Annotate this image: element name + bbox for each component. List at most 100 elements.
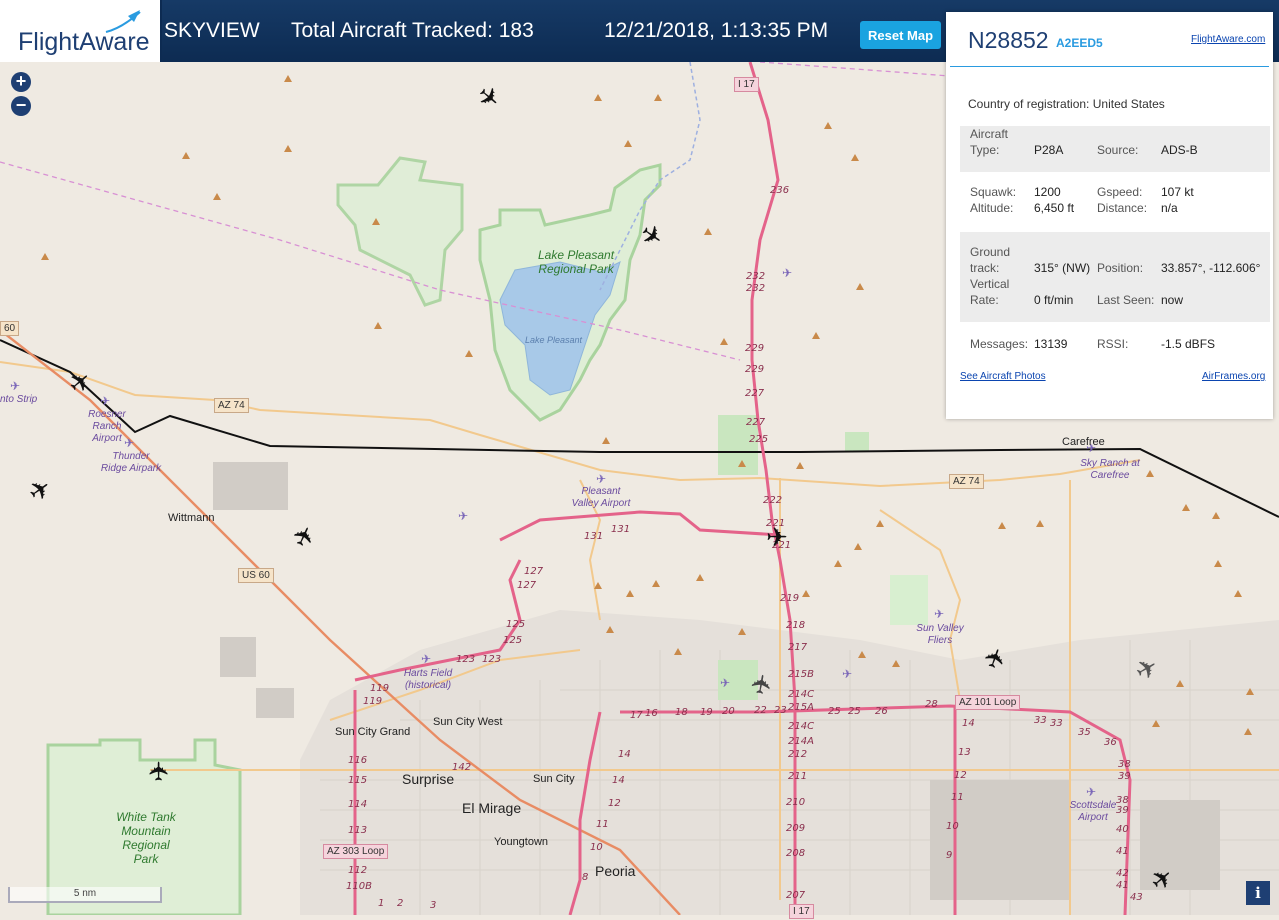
- svg-text:123: 123: [456, 654, 475, 665]
- az303-shield: AZ 303 Loop: [323, 844, 389, 859]
- carefree-label: Carefree: [1062, 436, 1105, 448]
- sun-city-label: Sun City: [533, 773, 575, 785]
- svg-text:✈: ✈: [934, 607, 944, 621]
- svg-text:113: 113: [348, 825, 367, 836]
- svg-text:1: 1: [378, 898, 384, 909]
- svg-text:13: 13: [958, 747, 971, 758]
- svg-text:127: 127: [517, 580, 537, 591]
- flightaware-logo[interactable]: FlightAware: [0, 0, 162, 62]
- registration: N28852: [968, 27, 1049, 53]
- aircraft-type-value: P28A: [1034, 143, 1064, 157]
- hex-code: A2EED5: [1056, 36, 1103, 50]
- distance-label: Distance:: [1097, 201, 1148, 215]
- scale-bar: 5 nm: [8, 887, 162, 903]
- lake-pleasant-label: Lake Pleasant: [525, 335, 583, 345]
- speed-section: Squawk: 1200 Gspeed: 107 kt Altitude: 6,…: [960, 184, 1270, 220]
- svg-text:127: 127: [524, 566, 544, 577]
- svg-text:✈: ✈: [1086, 785, 1096, 799]
- svg-text:236: 236: [770, 185, 789, 196]
- position-label: Position:: [1097, 261, 1144, 275]
- zoom-in-button[interactable]: +: [11, 72, 31, 92]
- aircraft-photos-link[interactable]: See Aircraft Photos: [960, 371, 1046, 382]
- sun-city-grand-label: Sun City Grand: [335, 726, 411, 738]
- country-value: United States: [1092, 97, 1165, 111]
- svg-text:215A: 215A: [788, 702, 814, 713]
- peoria-label: Peoria: [595, 863, 636, 879]
- svg-text:217: 217: [788, 642, 808, 653]
- nto-strip-label: nto Strip: [0, 394, 38, 405]
- distance-value: n/a: [1161, 201, 1178, 215]
- wittmann-label: Wittmann: [168, 512, 215, 524]
- svg-text:✈: ✈: [782, 266, 792, 280]
- svg-text:20: 20: [722, 706, 735, 717]
- reset-map-button[interactable]: Reset Map: [860, 21, 941, 49]
- airframes-link[interactable]: AirFrames.org: [1202, 371, 1265, 382]
- svg-text:123: 123: [482, 654, 501, 665]
- svg-text:115: 115: [348, 775, 367, 786]
- svg-text:10: 10: [590, 842, 603, 853]
- svg-text:✈: ✈: [100, 394, 110, 408]
- flightaware-link[interactable]: FlightAware.com: [1191, 34, 1265, 45]
- svg-text:17: 17: [630, 710, 643, 721]
- info-button[interactable]: i: [1246, 881, 1270, 905]
- svg-text:12: 12: [954, 770, 967, 781]
- svg-text:232: 232: [746, 271, 765, 282]
- svg-text:8: 8: [582, 872, 588, 883]
- datetime: 12/21/2018, 1:13:35 PM: [604, 19, 829, 42]
- svg-text:214A: 214A: [788, 736, 814, 747]
- svg-text:214C: 214C: [788, 721, 814, 732]
- vertical-rate-value: 0 ft/min: [1034, 293, 1074, 307]
- roesner-ranch-airport-label: Roesner Ranch Airport: [88, 409, 126, 444]
- svg-text:214C: 214C: [788, 689, 814, 700]
- app-name: SKYVIEW: [164, 19, 260, 42]
- svg-text:210: 210: [786, 797, 805, 808]
- messages-section: Messages: 13139 RSSI: -1.5 dBFS: [960, 336, 1270, 356]
- svg-text:26: 26: [875, 706, 888, 717]
- svg-text:229: 229: [745, 364, 764, 375]
- svg-text:227: 227: [746, 417, 766, 428]
- zoom-out-button[interactable]: −: [11, 96, 31, 116]
- logo-text: FlightAware: [18, 28, 150, 56]
- rssi-label: RSSI:: [1097, 337, 1129, 351]
- last-seen-label: Last Seen:: [1097, 293, 1155, 307]
- svg-text:142: 142: [452, 762, 471, 773]
- aircraft-detail-panel: N28852 A2EED5 FlightAware.com Country of…: [946, 12, 1273, 419]
- altitude-value: 6,450 ft: [1034, 201, 1075, 215]
- svg-text:✈: ✈: [596, 472, 606, 486]
- svg-text:✈: ✈: [842, 667, 852, 681]
- svg-text:33: 33: [1050, 718, 1063, 729]
- svg-text:222: 222: [763, 495, 782, 506]
- svg-text:208: 208: [786, 848, 805, 859]
- svg-text:218: 218: [786, 620, 805, 631]
- sun-city-west-label: Sun City West: [433, 716, 503, 728]
- svg-text:119: 119: [370, 683, 389, 694]
- surprise-label: Surprise: [402, 771, 455, 787]
- svg-text:41: 41: [1116, 880, 1129, 891]
- az74-shield-west: AZ 74: [214, 398, 249, 413]
- thunder-ridge-airpark-label: Thunder Ridge Airpark: [100, 451, 162, 474]
- svg-text:35: 35: [1078, 727, 1091, 738]
- svg-text:43: 43: [1130, 892, 1143, 903]
- panel-divider: [950, 66, 1269, 67]
- ground-track-label: Ground track:: [970, 245, 1011, 275]
- svg-text:✈: ✈: [10, 379, 20, 393]
- svg-text:42: 42: [1116, 868, 1129, 879]
- messages-label: Messages:: [970, 337, 1029, 351]
- source-value: ADS-B: [1161, 143, 1198, 157]
- vertical-rate-label: Vertical Rate:: [970, 277, 1010, 307]
- ground-track-value: 315° (NW): [1034, 261, 1091, 275]
- sky-ranch-label: Sky Ranch at Carefree: [1080, 458, 1140, 481]
- svg-text:112: 112: [348, 865, 367, 876]
- aircraft-type-label: Aircraft Type:: [970, 127, 1009, 157]
- svg-text:✈: ✈: [766, 523, 788, 553]
- svg-text:10: 10: [946, 821, 959, 832]
- scottsdale-airport-label: Scottsdale Airport: [1069, 800, 1117, 823]
- gspeed-label: Gspeed:: [1097, 185, 1143, 199]
- svg-text:12: 12: [608, 798, 621, 809]
- svg-text:18: 18: [675, 707, 688, 718]
- country-label: Country of registration:: [968, 97, 1090, 111]
- svg-text:39: 39: [1118, 771, 1131, 782]
- svg-text:3: 3: [430, 900, 436, 911]
- az74-shield-east: AZ 74: [949, 474, 984, 489]
- gspeed-value: 107 kt: [1161, 185, 1194, 199]
